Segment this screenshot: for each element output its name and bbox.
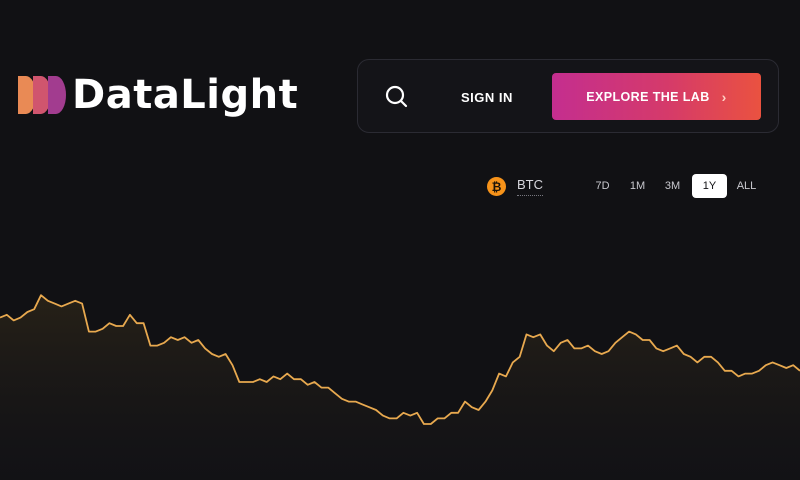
range-tab-1y[interactable]: 1Y: [692, 174, 727, 198]
range-tab-1m[interactable]: 1M: [622, 174, 653, 198]
range-tab-all[interactable]: ALL: [731, 174, 762, 198]
search-button[interactable]: [384, 84, 410, 110]
time-range-tabs: 7D 1M 3M 1Y ALL: [587, 174, 762, 198]
chart-area-fill: [0, 295, 800, 480]
explore-the-lab-button[interactable]: EXPLORE THE LAB ›: [552, 73, 761, 120]
explore-label: EXPLORE THE LAB: [586, 89, 710, 104]
range-tab-7d[interactable]: 7D: [587, 174, 618, 198]
chevron-right-icon: ›: [721, 88, 727, 105]
brand-logo[interactable]: DataLight: [16, 74, 298, 116]
search-icon: [385, 85, 408, 108]
logo-mark-icon: [18, 76, 66, 114]
top-navigation: SIGN IN EXPLORE THE LAB ›: [357, 59, 779, 133]
bitcoin-icon: ₿: [487, 177, 506, 196]
price-chart: [0, 294, 800, 480]
sign-in-link[interactable]: SIGN IN: [461, 90, 513, 105]
range-tab-3m[interactable]: 3M: [657, 174, 688, 198]
brand-name: DataLight: [72, 72, 299, 118]
asset-selector[interactable]: ₿ BTC: [487, 177, 543, 196]
asset-label: BTC: [517, 177, 543, 196]
